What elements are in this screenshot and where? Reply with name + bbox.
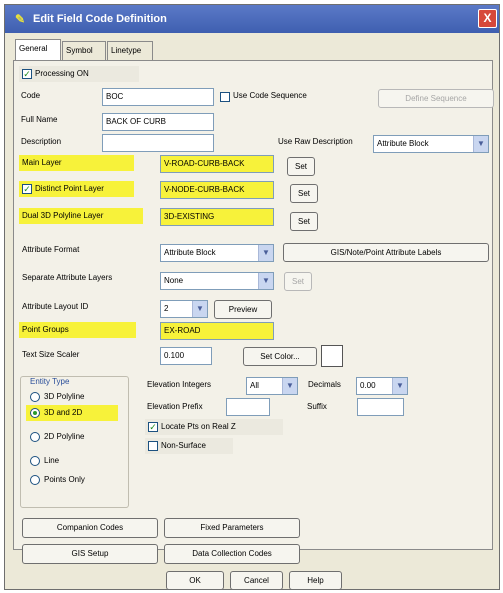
entity-type-3d-and-2d-label: 3D and 2D [44, 408, 83, 417]
full-name-label: Full Name [21, 115, 58, 124]
define-sequence-button[interactable]: Define Sequence [378, 89, 494, 108]
elevation-prefix-input[interactable] [226, 398, 270, 416]
description-input[interactable] [102, 134, 214, 152]
chevron-down-icon[interactable]: ▼ [258, 245, 273, 261]
separate-attribute-layers-label: Separate Attribute Layers [22, 273, 113, 282]
locate-pts-on-real-z-checkbox[interactable]: ✓ [148, 422, 158, 432]
ok-button[interactable]: OK [166, 571, 224, 590]
decimals-label: Decimals [308, 380, 341, 389]
attribute-format-label: Attribute Format [22, 245, 80, 254]
code-input[interactable]: BOC [102, 88, 214, 106]
suffix-input[interactable] [357, 398, 404, 416]
tab-general[interactable]: General [15, 39, 61, 61]
separate-attribute-layers-set-button[interactable]: Set [284, 272, 312, 291]
point-groups-label: Point Groups [22, 325, 69, 334]
gis-setup-button[interactable]: GIS Setup [22, 544, 158, 564]
dual-3d-polyline-set-button[interactable]: Set [290, 212, 318, 231]
use-code-sequence-label: Use Code Sequence [233, 91, 307, 100]
chevron-down-icon[interactable]: ▼ [392, 378, 407, 394]
use-raw-description-value: Attribute Block [377, 139, 429, 148]
entity-type-points-only-radio[interactable] [30, 475, 40, 485]
elevation-integers-label: Elevation Integers [147, 380, 212, 389]
entity-type-3d-polyline-radio[interactable] [30, 392, 40, 402]
distinct-point-layer-set-button[interactable]: Set [290, 184, 318, 203]
gis-note-point-attribute-labels-button[interactable]: GIS/Note/Point Attribute Labels [283, 243, 489, 262]
dual-3d-polyline-layer-input[interactable]: 3D-EXISTING [160, 208, 274, 226]
attribute-layout-id-label: Attribute Layout ID [22, 302, 89, 311]
attribute-layout-id-select[interactable]: 2 ▼ [160, 300, 208, 318]
distinct-point-layer-label: Distinct Point Layer [35, 184, 104, 193]
non-surface-checkbox[interactable] [148, 441, 158, 451]
decimals-value: 0.00 [360, 381, 376, 390]
color-swatch[interactable] [321, 345, 343, 367]
main-layer-set-button[interactable]: Set [287, 157, 315, 176]
decimals-select[interactable]: 0.00 ▼ [356, 377, 408, 395]
separate-attribute-layers-select[interactable]: None ▼ [160, 272, 274, 290]
entity-type-2d-polyline-label: 2D Polyline [44, 432, 85, 441]
distinct-point-layer-checkbox[interactable]: ✓ [22, 184, 32, 194]
help-button[interactable]: Help [289, 571, 342, 590]
close-button[interactable]: X [478, 9, 497, 28]
app-icon: ✎ [14, 12, 26, 26]
elevation-prefix-label: Elevation Prefix [147, 402, 203, 411]
elevation-integers-select[interactable]: All ▼ [246, 377, 298, 395]
entity-type-label: Entity Type [30, 377, 70, 386]
processing-on-label: Processing ON [35, 69, 89, 78]
attribute-format-select[interactable]: Attribute Block ▼ [160, 244, 274, 262]
set-color-button[interactable]: Set Color... [243, 347, 317, 366]
preview-button[interactable]: Preview [214, 300, 272, 319]
fixed-parameters-button[interactable]: Fixed Parameters [164, 518, 300, 538]
text-size-scaler-input[interactable]: 0.100 [160, 347, 212, 365]
title-bar[interactable]: ✎ Edit Field Code Definition [5, 5, 499, 33]
tab-linetype[interactable]: Linetype [107, 41, 153, 61]
use-raw-description-select[interactable]: Attribute Block ▼ [373, 135, 489, 153]
code-label: Code [21, 91, 41, 100]
entity-type-3d-polyline-label: 3D Polyline [44, 392, 85, 401]
text-size-scaler-label: Text Size Scaler [22, 350, 80, 359]
separate-attribute-layers-value: None [164, 276, 184, 285]
chevron-down-icon[interactable]: ▼ [258, 273, 273, 289]
window-title: Edit Field Code Definition [33, 13, 167, 25]
tab-symbol[interactable]: Symbol [62, 41, 106, 61]
main-layer-label: Main Layer [22, 158, 62, 167]
chevron-down-icon[interactable]: ▼ [282, 378, 297, 394]
locate-pts-on-real-z-label: Locate Pts on Real Z [161, 422, 236, 431]
attribute-layout-id-value: 2 [164, 304, 169, 313]
suffix-label: Suffix [307, 402, 327, 411]
entity-type-points-only-label: Points Only [44, 475, 85, 484]
entity-type-3d-and-2d-radio[interactable] [30, 408, 40, 418]
distinct-point-layer-input[interactable]: V-NODE-CURB-BACK [160, 181, 274, 199]
entity-type-line-label: Line [44, 456, 60, 465]
use-raw-description-label: Use Raw Description [278, 137, 353, 146]
processing-on-checkbox[interactable]: ✓ [22, 69, 32, 79]
dual-3d-polyline-layer-label: Dual 3D Polyline Layer [22, 211, 104, 220]
attribute-format-value: Attribute Block [164, 248, 216, 257]
entity-type-line-radio[interactable] [30, 456, 40, 466]
non-surface-label: Non-Surface [161, 441, 206, 450]
description-label: Description [21, 137, 62, 146]
cancel-button[interactable]: Cancel [230, 571, 283, 590]
chevron-down-icon[interactable]: ▼ [192, 301, 207, 317]
full-name-input[interactable]: BACK OF CURB [102, 113, 214, 131]
entity-type-2d-polyline-radio[interactable] [30, 432, 40, 442]
companion-codes-button[interactable]: Companion Codes [22, 518, 158, 538]
main-layer-input[interactable]: V-ROAD-CURB-BACK [160, 155, 274, 173]
chevron-down-icon[interactable]: ▼ [473, 136, 488, 152]
point-groups-input[interactable]: EX-ROAD [160, 322, 274, 340]
data-collection-codes-button[interactable]: Data Collection Codes [164, 544, 300, 564]
elevation-integers-value: All [250, 381, 259, 390]
use-code-sequence-checkbox[interactable] [220, 92, 230, 102]
